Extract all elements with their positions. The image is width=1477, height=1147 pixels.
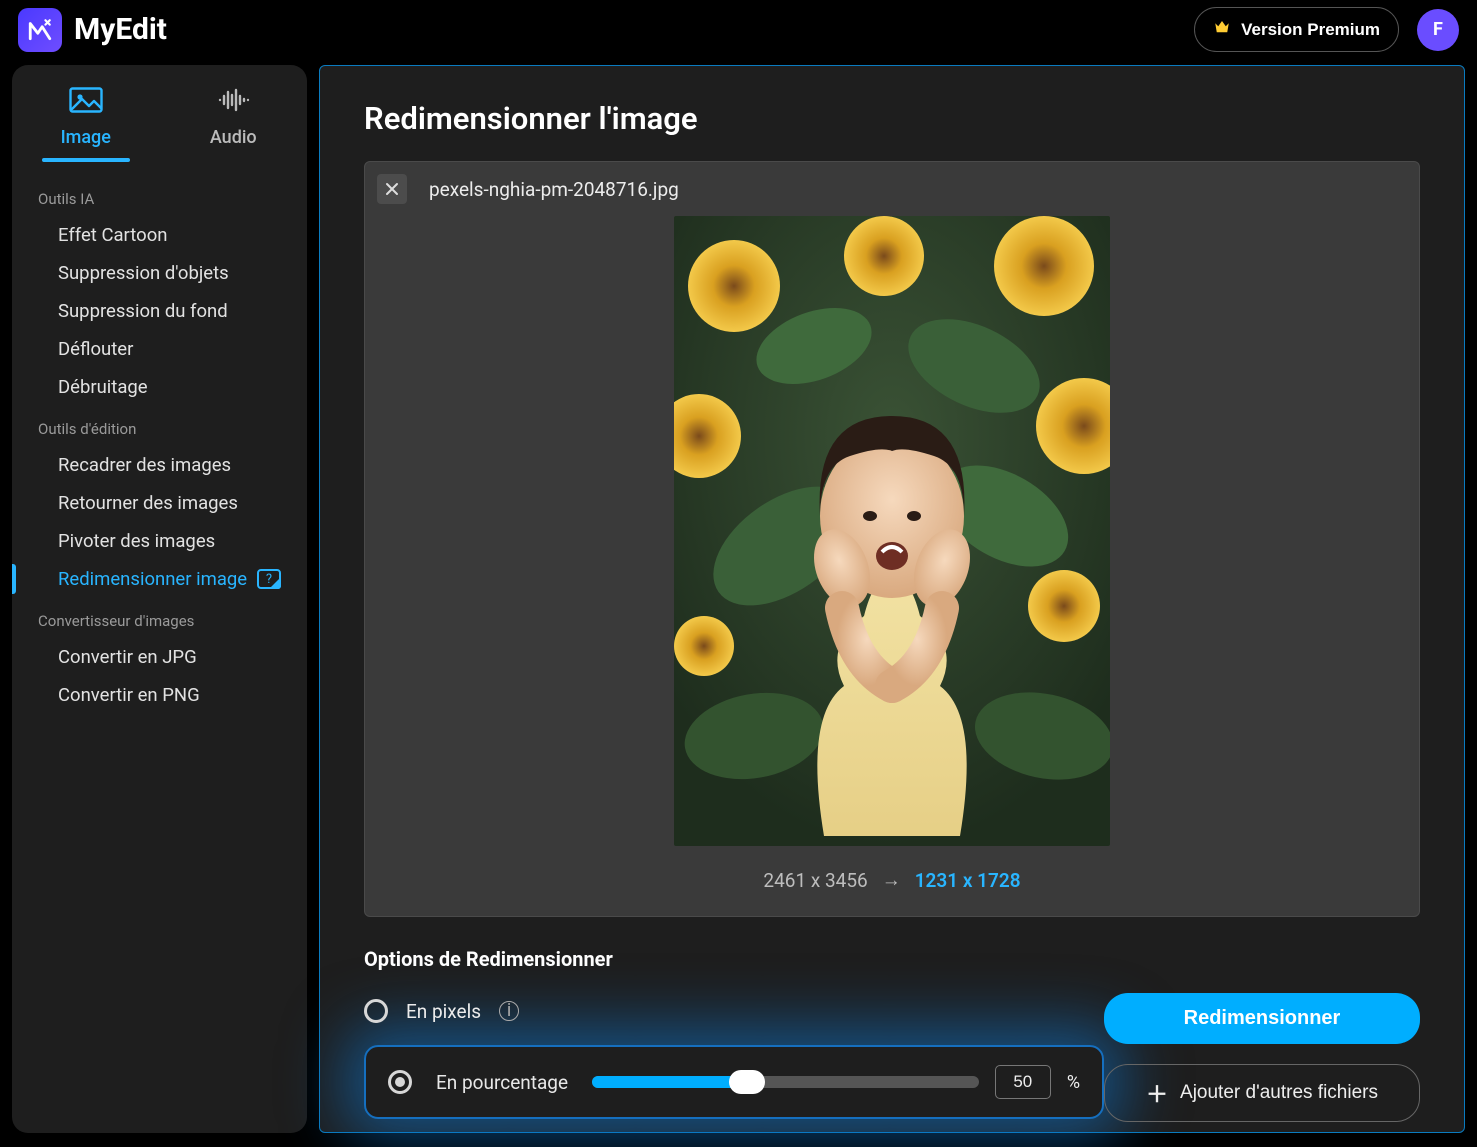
group-title: Outils IA [12, 176, 307, 216]
tab-image-label: Image [61, 127, 111, 148]
resize-button[interactable]: Redimensionner [1104, 993, 1420, 1044]
main-panel: Redimensionner l'image pexels-nghia-pm-2… [319, 65, 1465, 1133]
logo[interactable]: MyEdit [18, 8, 167, 52]
tab-image[interactable]: Image [12, 81, 160, 162]
file-name: pexels-nghia-pm-2048716.jpg [429, 178, 679, 201]
arrow-right-icon: → [882, 868, 901, 892]
percent-input[interactable] [995, 1065, 1051, 1099]
tab-audio[interactable]: Audio [160, 81, 308, 162]
sidebar-item-remove-objects[interactable]: Suppression d'objets [12, 254, 307, 292]
dimensions-row: 2461 x 3456 → 1231 x 1728 [365, 846, 1419, 916]
options-title: Options de Redimensionner [320, 917, 1464, 987]
crown-icon [1213, 18, 1231, 41]
avatar-letter: F [1433, 19, 1443, 40]
sidebar-item-rotate[interactable]: Pivoter des images [12, 522, 307, 560]
sidebar-item-remove-bg[interactable]: Suppression du fond [12, 292, 307, 330]
avatar[interactable]: F [1417, 9, 1459, 51]
options-area: En pixels i En pourcentage % [320, 987, 1464, 1122]
body: Image Audio Outils IA Effet Cartoon Supp… [0, 59, 1477, 1147]
sidebar-scroll[interactable]: Outils IA Effet Cartoon Suppression d'ob… [12, 162, 307, 714]
preview-image [674, 216, 1110, 846]
percent-slider-wrap: % [592, 1065, 1080, 1099]
option-percent-label: En pourcentage [436, 1071, 568, 1094]
audio-icon [216, 87, 250, 117]
preview-panel: pexels-nghia-pm-2048716.jpg [364, 161, 1420, 917]
dimensions-original: 2461 x 3456 [763, 869, 867, 892]
help-icon[interactable]: ? [257, 569, 281, 589]
slider-fill [592, 1076, 747, 1088]
page-title: Redimensionner l'image [320, 66, 1464, 161]
premium-button[interactable]: Version Premium [1194, 7, 1399, 52]
slider-thumb[interactable] [729, 1070, 765, 1094]
group-title: Outils d'édition [12, 406, 307, 446]
add-files-button[interactable]: ＋ Ajouter d'autres fichiers [1104, 1064, 1420, 1122]
sidebar: Image Audio Outils IA Effet Cartoon Supp… [12, 65, 307, 1133]
header: MyEdit Version Premium F [0, 0, 1477, 59]
sidebar-item-to-png[interactable]: Convertir en PNG [12, 676, 307, 714]
radio-pixels[interactable] [364, 999, 388, 1023]
logo-icon [18, 8, 62, 52]
option-pixels[interactable]: En pixels i [364, 987, 1104, 1035]
percent-slider[interactable] [592, 1076, 979, 1088]
dimensions-new: 1231 x 1728 [915, 869, 1021, 892]
premium-label: Version Premium [1241, 20, 1380, 40]
file-row: pexels-nghia-pm-2048716.jpg [365, 162, 1419, 216]
group-title: Convertisseur d'images [12, 598, 307, 638]
sidebar-item-denoise[interactable]: Débruitage [12, 368, 307, 406]
tab-audio-label: Audio [210, 127, 257, 148]
sidebar-item-to-jpg[interactable]: Convertir en JPG [12, 638, 307, 676]
options-left: En pixels i En pourcentage % [364, 987, 1104, 1119]
percent-sign: % [1067, 1072, 1080, 1093]
sidebar-item-cartoon[interactable]: Effet Cartoon [12, 216, 307, 254]
close-icon[interactable] [377, 174, 407, 204]
sidebar-tabs: Image Audio [12, 65, 307, 162]
image-icon [69, 87, 103, 117]
sidebar-item-flip[interactable]: Retourner des images [12, 484, 307, 522]
radio-percent[interactable] [388, 1070, 412, 1094]
sidebar-item-resize[interactable]: Redimensionner image ? [12, 560, 307, 598]
app-name: MyEdit [74, 12, 167, 47]
actions: Redimensionner ＋ Ajouter d'autres fichie… [1104, 993, 1420, 1122]
header-right: Version Premium F [1194, 7, 1459, 52]
sidebar-item-deblur[interactable]: Déflouter [12, 330, 307, 368]
info-icon[interactable]: i [499, 1001, 519, 1021]
option-pixels-label: En pixels [406, 1000, 481, 1023]
option-percent-panel: En pourcentage % [364, 1045, 1104, 1119]
plus-icon: ＋ [1146, 1077, 1168, 1109]
app-window: MyEdit Version Premium F [0, 0, 1477, 1147]
sidebar-item-crop[interactable]: Recadrer des images [12, 446, 307, 484]
